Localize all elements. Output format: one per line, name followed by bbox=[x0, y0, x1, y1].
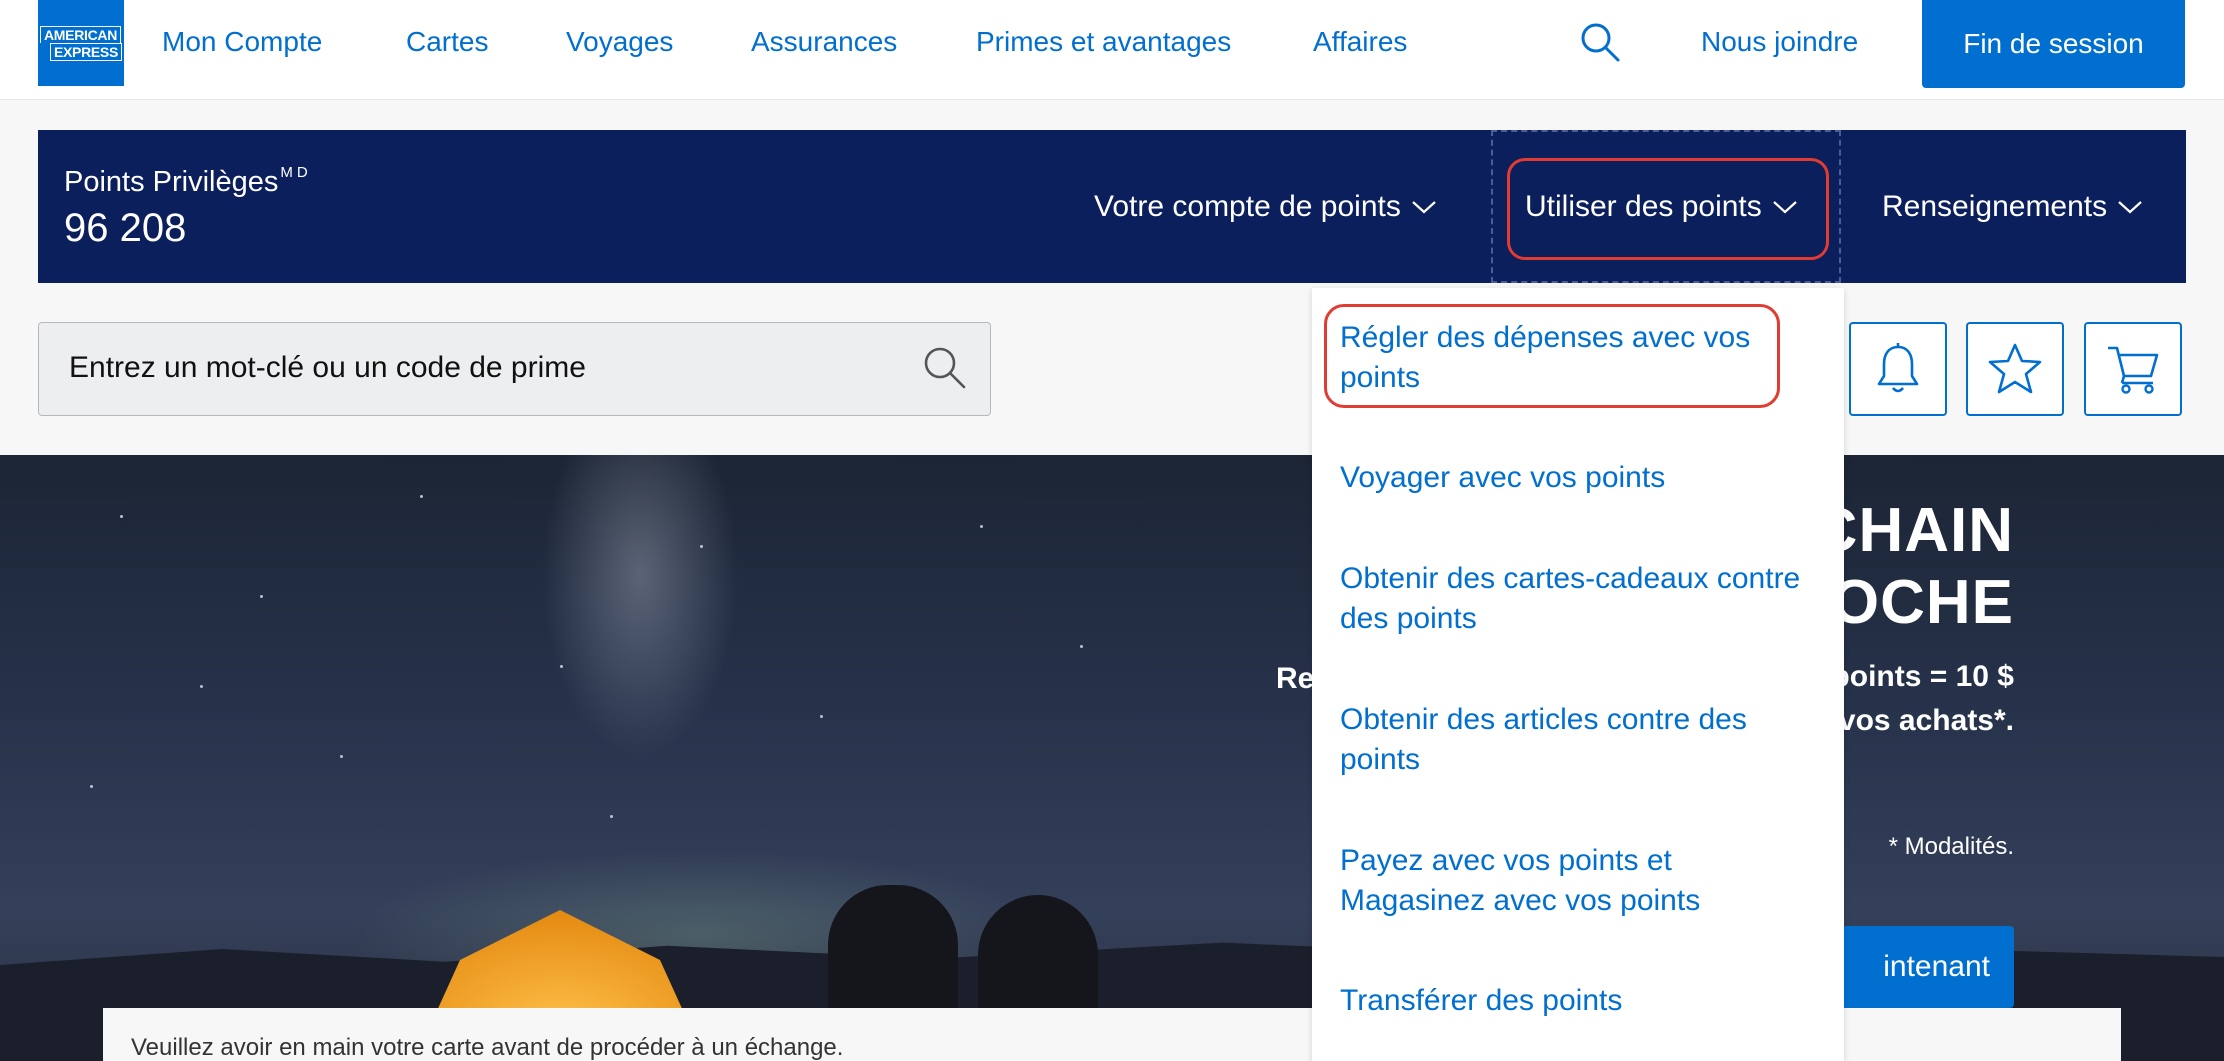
top-navigation: AMERICAN EXPRESS Mon Compte Cartes Voyag… bbox=[0, 0, 2224, 100]
nav-nous-joindre[interactable]: Nous joindre bbox=[1701, 26, 1858, 58]
cart-button[interactable] bbox=[2084, 322, 2182, 416]
points-bar: Points Privilèges MD 96 208 Votre compte … bbox=[38, 130, 2186, 283]
points-balance: 96 208 bbox=[64, 206, 187, 250]
reward-search-input[interactable]: Entrez un mot-clé ou un code de prime bbox=[38, 322, 991, 416]
hero-subtitle: points = 10 $ vos achats*. bbox=[1831, 655, 2014, 743]
nav-affaires[interactable]: Affaires bbox=[1313, 26, 1407, 58]
star-icon bbox=[1988, 343, 2042, 394]
search-icon[interactable] bbox=[920, 343, 968, 391]
points-label-sup: MD bbox=[280, 164, 312, 181]
favorites-button[interactable] bbox=[1966, 322, 2064, 416]
chevron-down-icon bbox=[1412, 201, 1436, 214]
menu-renseignements[interactable]: Renseignements bbox=[1882, 190, 2143, 224]
hero-subtitle-line2: vos achats*. bbox=[1838, 704, 2014, 737]
logo-text-express: EXPRESS bbox=[49, 42, 122, 61]
logout-button[interactable]: Fin de session bbox=[1922, 0, 2185, 88]
hero-subtitle-fragment: Re bbox=[1276, 662, 1315, 695]
nav-cartes[interactable]: Cartes bbox=[406, 26, 488, 58]
search-placeholder: Entrez un mot-clé ou un code de prime bbox=[69, 351, 586, 384]
dropdown-item-payez-magasinez[interactable]: Payez avec vos points et Magasinez avec … bbox=[1340, 841, 1810, 921]
dropdown-item-cartes-cadeaux[interactable]: Obtenir des cartes-cadeaux contre des po… bbox=[1340, 559, 1810, 639]
nav-mon-compte[interactable]: Mon Compte bbox=[162, 26, 322, 58]
dropdown-item-articles[interactable]: Obtenir des articles contre des points bbox=[1340, 700, 1810, 780]
notice-text: Veuillez avoir en main votre carte avant… bbox=[131, 1034, 844, 1061]
menu-label: Votre compte de points bbox=[1094, 190, 1401, 223]
nav-assurances[interactable]: Assurances bbox=[751, 26, 897, 58]
chevron-down-icon bbox=[2118, 201, 2142, 214]
utiliser-points-dropdown: Régler des dépenses avec vos points Voya… bbox=[1312, 288, 1844, 1061]
notifications-button[interactable] bbox=[1849, 322, 1947, 416]
dropdown-item-transferer[interactable]: Transférer des points bbox=[1340, 981, 1810, 1021]
cart-icon bbox=[2108, 346, 2159, 394]
bell-icon bbox=[1877, 343, 1919, 393]
highlight-annotation bbox=[1507, 158, 1829, 260]
hero-subtitle-line1: points = 10 $ bbox=[1831, 660, 2014, 693]
amex-logo[interactable]: AMERICAN EXPRESS bbox=[38, 0, 124, 86]
points-label: Points Privilèges MD bbox=[64, 164, 312, 199]
hero-cta-button[interactable]: intenant bbox=[1820, 926, 2014, 1008]
hero-banner: CHAIN OCHE Re points = 10 $ vos achats*.… bbox=[0, 455, 2224, 1061]
nav-primes-avantages[interactable]: Primes et avantages bbox=[976, 26, 1231, 58]
points-label-text: Points Privilèges bbox=[64, 166, 279, 198]
nav-voyages[interactable]: Voyages bbox=[566, 26, 673, 58]
logo-text-american: AMERICAN bbox=[40, 25, 122, 43]
search-icon[interactable] bbox=[1578, 20, 1622, 64]
menu-label: Renseignements bbox=[1882, 190, 2108, 223]
terms-link[interactable]: * Modalités. bbox=[1889, 833, 2014, 861]
menu-votre-compte-points[interactable]: Votre compte de points bbox=[1094, 190, 1437, 224]
dropdown-item-voyager[interactable]: Voyager avec vos points bbox=[1340, 458, 1810, 498]
dropdown-item-regler-depenses[interactable]: Régler des dépenses avec vos points bbox=[1340, 318, 1810, 398]
